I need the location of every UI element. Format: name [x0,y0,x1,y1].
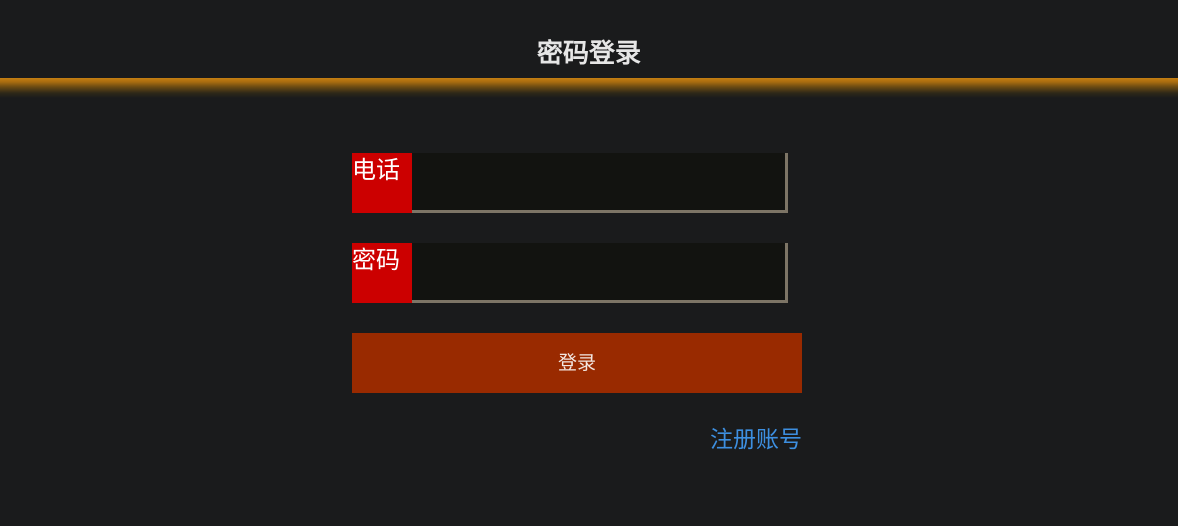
page-title: 密码登录 [536,39,641,69]
header-accent-bar [0,78,1178,98]
password-label: 密码 [352,243,412,303]
password-field: 密码 [352,243,788,303]
login-button[interactable]: 登录 [352,333,802,393]
password-input[interactable] [412,243,788,303]
phone-field: 电话 [352,153,788,213]
register-link[interactable]: 注册账号 [702,424,802,456]
header: 密码登录 [0,0,1178,78]
phone-label: 电话 [352,153,412,213]
phone-input[interactable] [412,153,788,213]
